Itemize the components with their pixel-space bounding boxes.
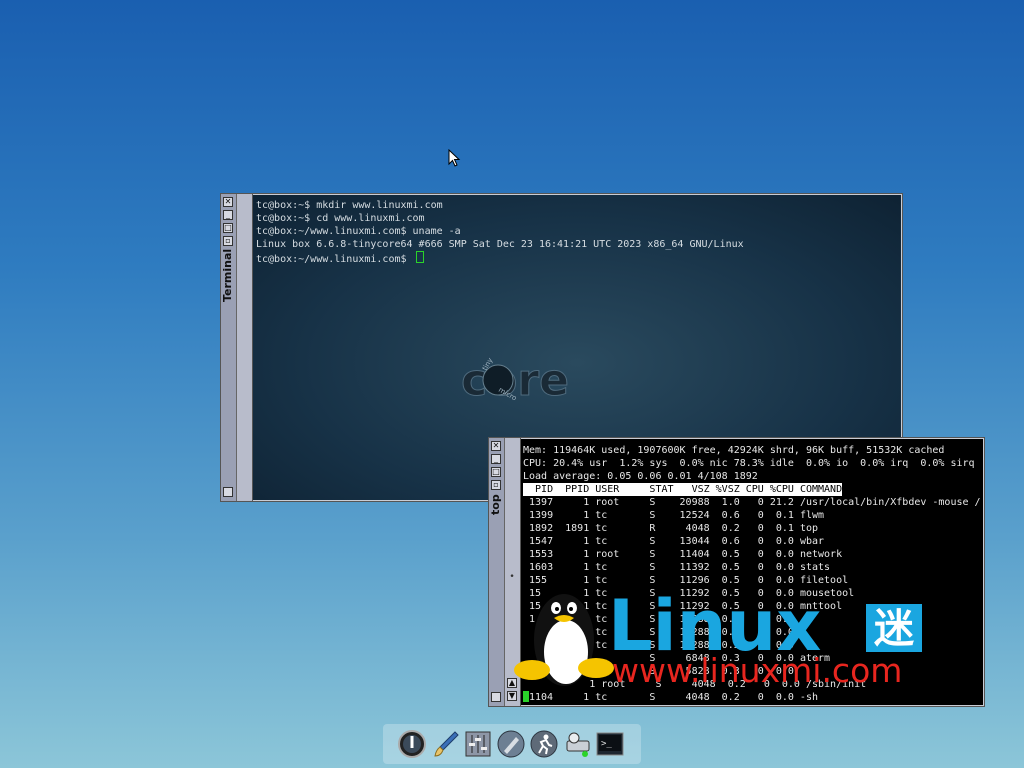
process-row: 1547 1 tc S 13044 0.6 0 0.0 wbar bbox=[523, 536, 825, 547]
terminal-line: tc@box:~$ cd www.linuxmi.com bbox=[256, 213, 425, 224]
wbar-dock: >_ bbox=[383, 724, 641, 764]
minimize-button[interactable]: _ bbox=[223, 210, 233, 220]
text-cursor bbox=[415, 251, 424, 263]
iconize-button[interactable]: ▫ bbox=[491, 480, 501, 490]
terminal-line: Linux box 6.6.8-tinycore64 #666 SMP Sat … bbox=[256, 239, 744, 250]
iconize-button[interactable]: ▫ bbox=[223, 236, 233, 246]
maximize-button[interactable]: □ bbox=[223, 223, 233, 233]
process-row: 1892 1891 tc R 4048 0.2 0 0.1 top bbox=[523, 523, 819, 534]
mouse-cursor-icon bbox=[448, 149, 461, 167]
tinycore-logo: core tiny micro bbox=[461, 355, 570, 407]
apps-icon[interactable] bbox=[496, 729, 526, 759]
terminal-titlebar[interactable]: ✕ _ □ ▫ Terminal bbox=[221, 194, 237, 501]
resize-handle[interactable] bbox=[223, 487, 233, 497]
top-summary-line: Load average: 0.05 0.06 0.01 4/108 1892 bbox=[523, 471, 758, 482]
process-row: 1553 1 root S 11404 0.5 0 0.0 network bbox=[523, 549, 843, 560]
terminal-prompt: tc@box:~/www.linuxmi.com$ bbox=[256, 254, 413, 265]
terminal-scrollbar[interactable] bbox=[237, 194, 253, 501]
resize-handle[interactable] bbox=[491, 692, 501, 702]
terminal-prompt-line: tc@box:~/www.linuxmi.com$ bbox=[256, 251, 744, 266]
watermark-url: www.linuxmi.com bbox=[612, 651, 902, 690]
top-titlebar[interactable]: ✕ _ □ ▫ top bbox=[489, 438, 505, 706]
run-icon[interactable] bbox=[529, 729, 559, 759]
close-button[interactable]: ✕ bbox=[491, 441, 501, 451]
terminal-line: tc@box:~/www.linuxmi.com$ uname -a bbox=[256, 226, 461, 237]
top-summary-line: CPU: 20.4% usr 1.2% sys 0.0% nic 78.3% i… bbox=[523, 458, 975, 469]
tux-penguin-icon bbox=[514, 594, 614, 686]
top-summary-line: Mem: 119464K used, 1907600K free, 42924K… bbox=[523, 445, 945, 456]
window-title: top bbox=[489, 494, 502, 516]
paintbrush-icon[interactable] bbox=[431, 729, 461, 759]
control-panel-icon[interactable] bbox=[463, 729, 493, 759]
linuxmi-watermark: Linux 迷 www.linuxmi.com bbox=[514, 585, 922, 690]
terminal-icon[interactable]: >_ bbox=[595, 729, 625, 759]
process-row: 1399 1 tc S 12524 0.6 0 0.1 flwm bbox=[523, 510, 825, 521]
watermark-cn: 迷 bbox=[874, 606, 915, 652]
process-row: 1397 1 root S 20988 1.0 0 21.2 /usr/loca… bbox=[523, 497, 981, 508]
window-title: Terminal bbox=[221, 248, 234, 302]
terminal-lines: tc@box:~$ mkdir www.linuxmi.com tc@box:~$… bbox=[256, 199, 744, 266]
minimize-button[interactable]: _ bbox=[491, 454, 501, 464]
top-column-header: PID PPID USER STAT VSZ %VSZ CPU %CPU COM… bbox=[523, 483, 843, 496]
process-row: 1603 1 tc S 11392 0.5 0 0.0 stats bbox=[523, 562, 831, 573]
svg-text:>_: >_ bbox=[601, 739, 612, 749]
terminal-line: tc@box:~$ mkdir www.linuxmi.com bbox=[256, 200, 443, 211]
power-icon[interactable] bbox=[397, 729, 427, 759]
mount-tool-icon[interactable] bbox=[563, 729, 593, 759]
maximize-button[interactable]: □ bbox=[491, 467, 501, 477]
close-button[interactable]: ✕ bbox=[223, 197, 233, 207]
